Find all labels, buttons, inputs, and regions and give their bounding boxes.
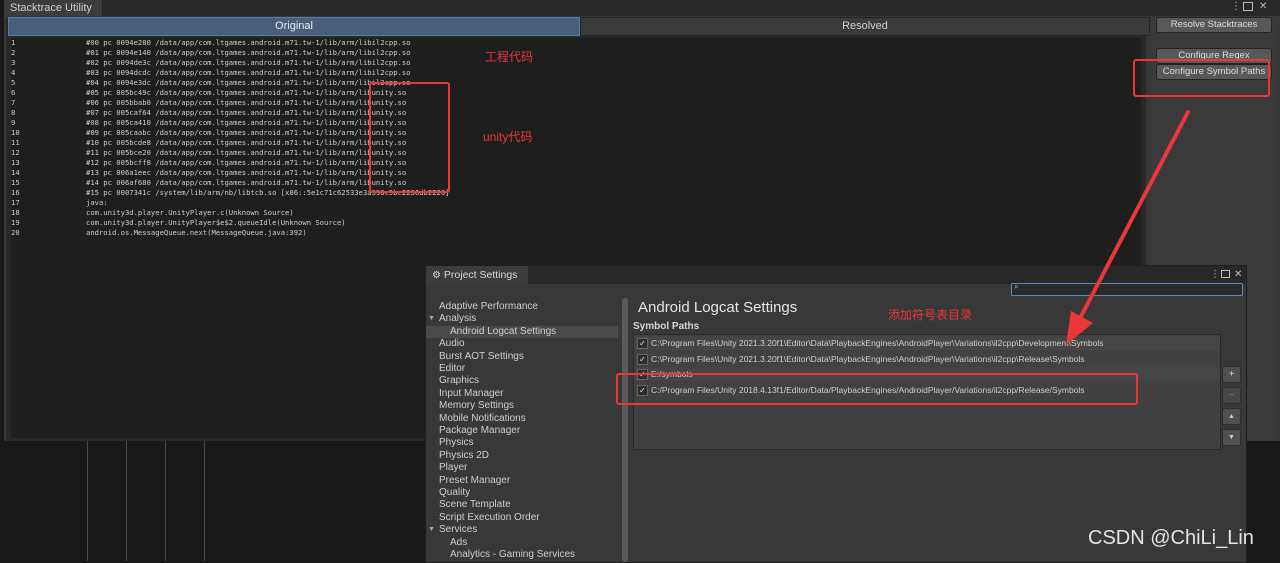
annotation-arrow [1066, 110, 1190, 345]
watermark: CSDN @ChiLi_Lin [1088, 527, 1254, 549]
